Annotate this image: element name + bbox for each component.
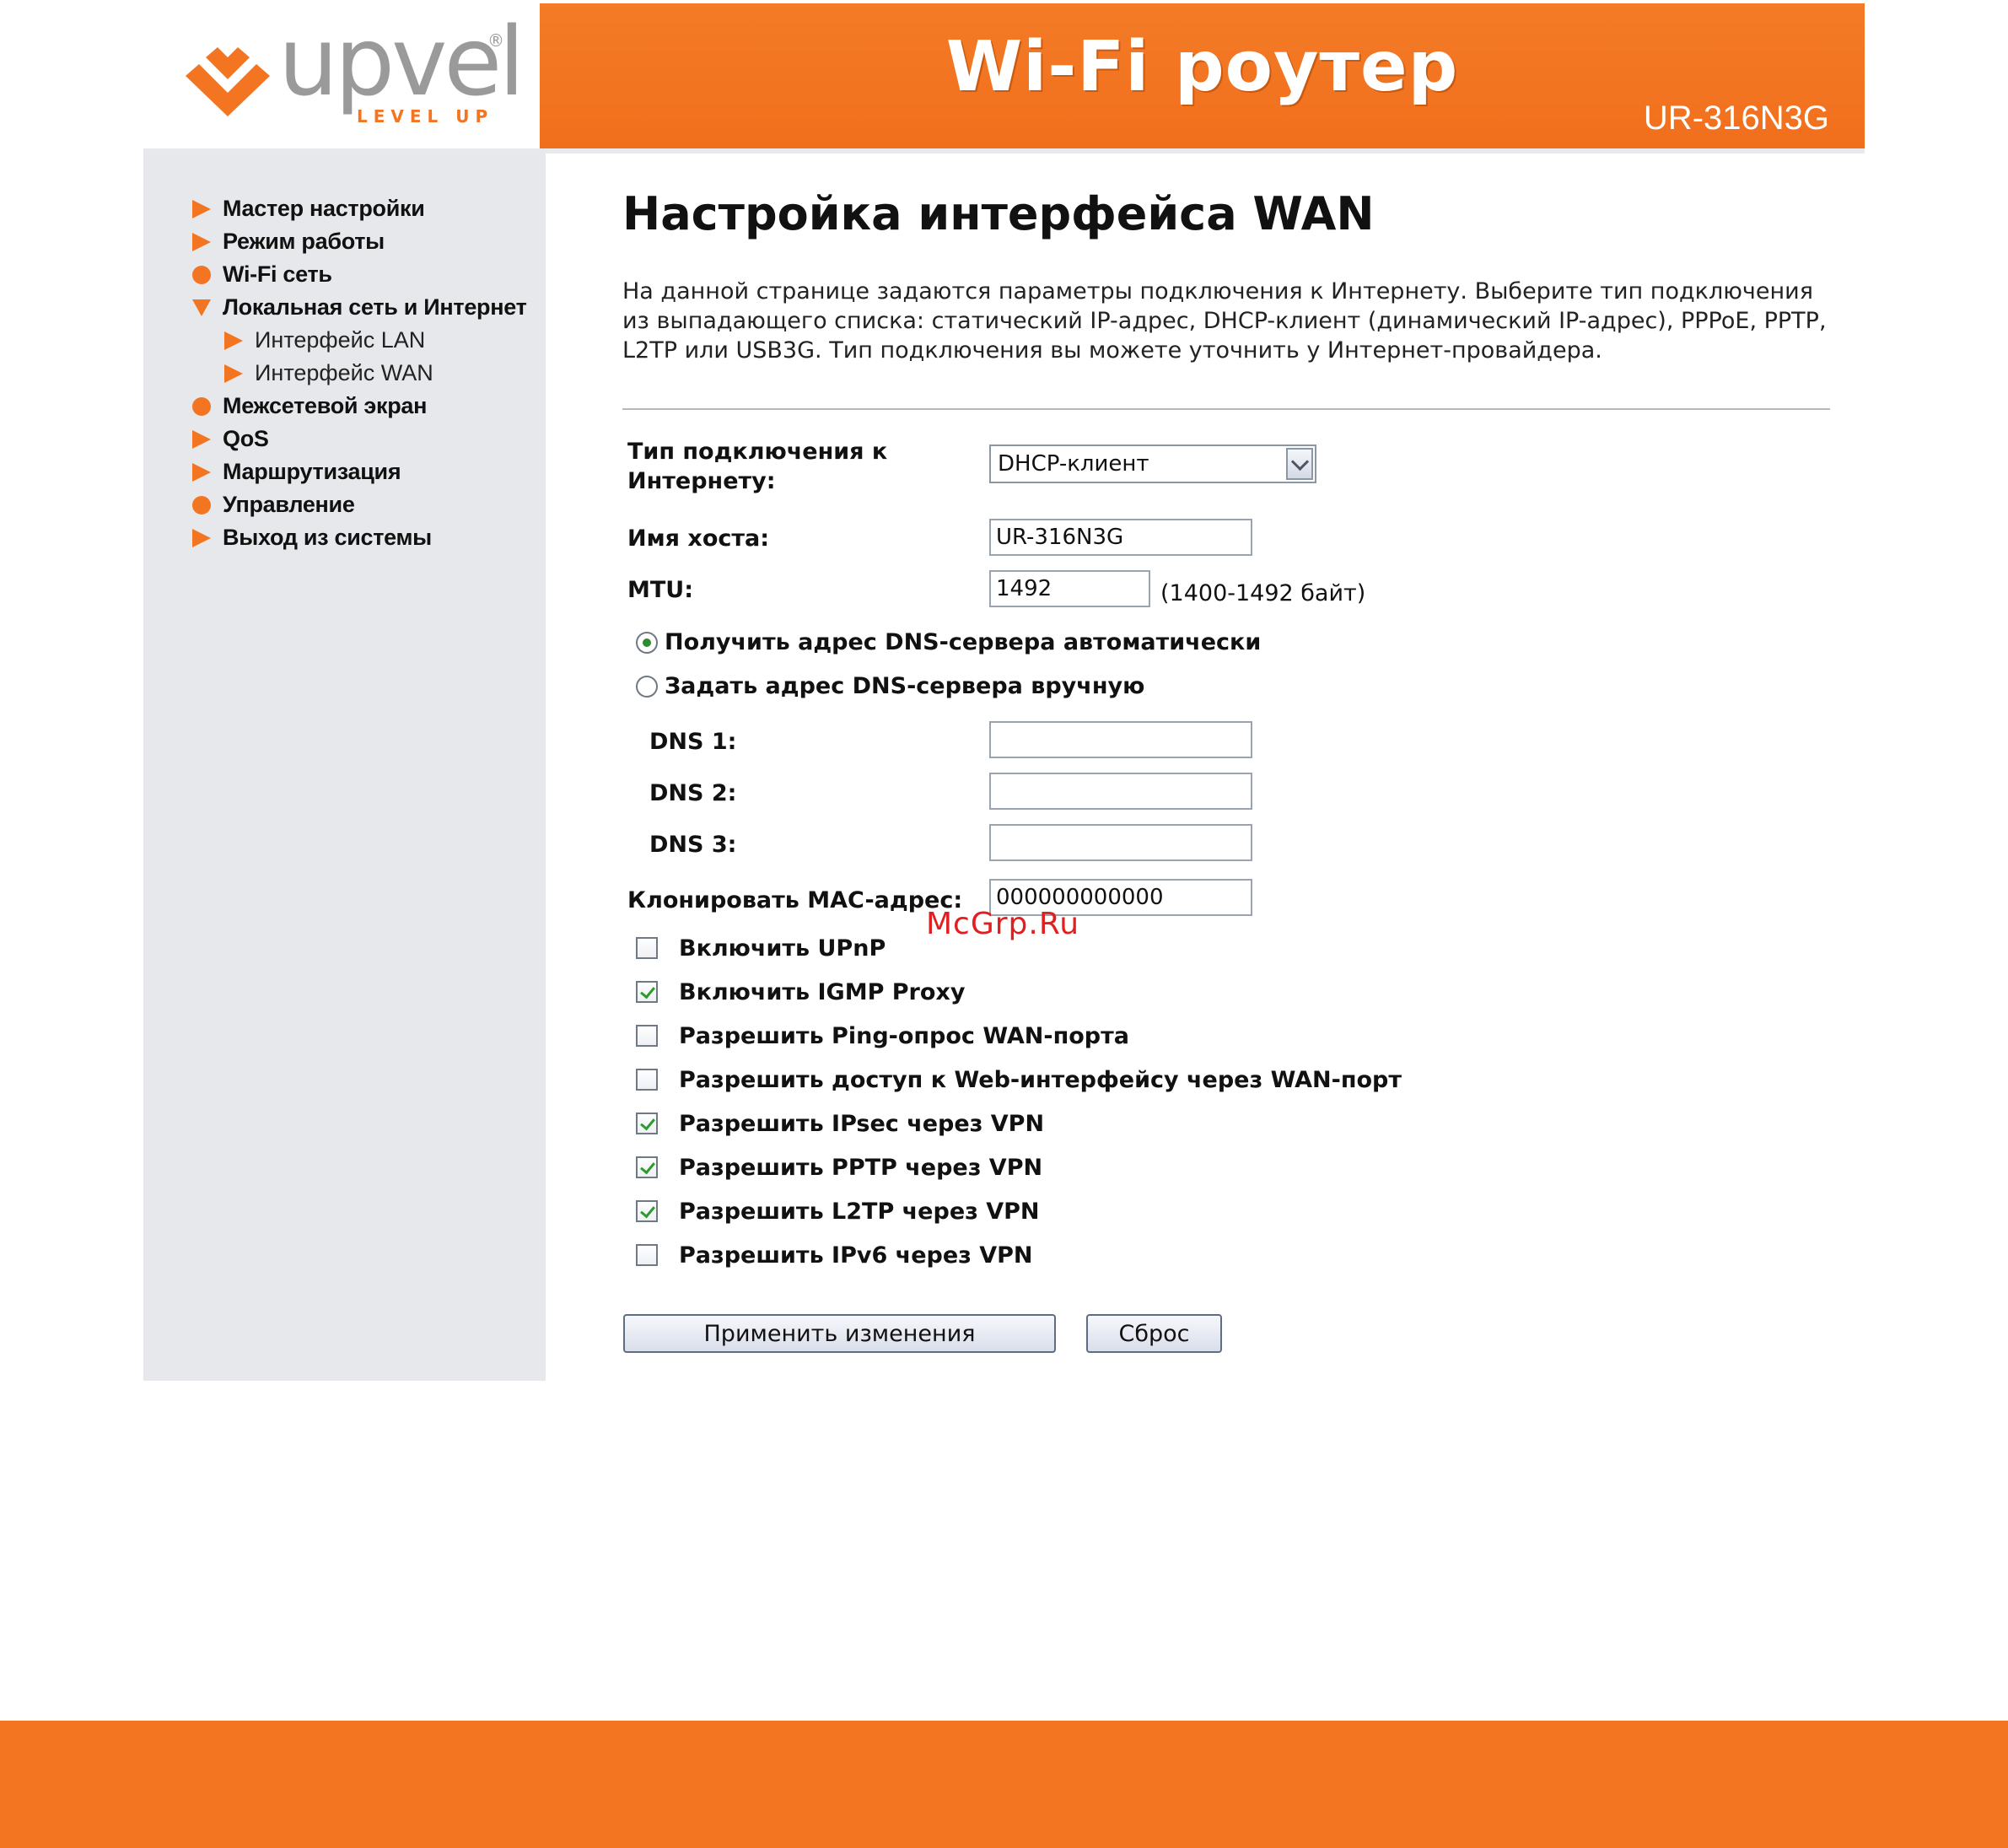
connection-type-value: DHCP-клиент — [998, 451, 1149, 477]
sidebar-item-logout[interactable]: Выход из системы — [192, 525, 432, 551]
sidebar-item-wan-interface[interactable]: Интерфейс WAN — [224, 360, 433, 386]
sidebar-item-lan-interface[interactable]: Интерфейс LAN — [224, 327, 425, 353]
sidebar-item-routing[interactable]: Маршрутизация — [192, 459, 401, 485]
logo-area: upvel ® LEVEL UP — [143, 0, 540, 149]
dns3-input[interactable] — [989, 824, 1252, 861]
page-title: Настройка интерфейса WAN — [622, 187, 1375, 240]
l2tp-vpn-checkbox[interactable] — [636, 1200, 658, 1222]
dot-icon — [192, 265, 211, 284]
wan-ping-label: Разрешить Ping-опрос WAN-порта — [679, 1023, 1130, 1049]
triangle-right-icon — [192, 232, 211, 251]
sidebar-item-label: Выход из системы — [223, 525, 432, 550]
ipsec-vpn-label: Разрешить IPsec через VPN — [679, 1111, 1045, 1137]
dot-icon — [192, 495, 211, 515]
upvel-logo-icon — [186, 47, 270, 116]
sidebar-item-label: Управление — [223, 492, 355, 517]
mtu-label: MTU: — [627, 577, 694, 603]
sidebar-item-label: Межсетевой экран — [223, 393, 428, 418]
dns3-label: DNS 3: — [649, 832, 737, 858]
sidebar-item-label: Маршрутизация — [223, 459, 401, 484]
sidebar-item-label: Интерфейс WAN — [255, 360, 433, 385]
sidebar-item-label: Мастер настройки — [223, 196, 425, 221]
triangle-right-icon — [224, 331, 243, 350]
triangle-right-icon — [192, 429, 211, 449]
triangle-down-icon — [192, 299, 211, 316]
page-description: На данной странице задаются параметры по… — [622, 278, 1827, 364]
ipv6-vpn-label: Разрешить IPv6 через VPN — [679, 1242, 1033, 1269]
banner-title: Wi-Fi роутер — [945, 27, 1459, 107]
igmp-proxy-checkbox[interactable] — [636, 981, 658, 1003]
sidebar-item-setup-wizard[interactable]: Мастер настройки — [192, 196, 425, 222]
connection-type-label: Тип подключения к Интернету: — [627, 439, 888, 494]
dropdown-button[interactable] — [1286, 448, 1313, 480]
dns1-label: DNS 1: — [649, 729, 737, 755]
sidebar: Мастер настройки Режим работы Wi-Fi сеть… — [143, 154, 546, 1381]
triangle-right-icon — [192, 199, 211, 218]
model-name: UR-316N3G — [1643, 100, 1829, 137]
dns1-input[interactable] — [989, 721, 1252, 758]
brand-name: upvel — [278, 8, 525, 117]
dns-manual-label: Задать адрес DNS-сервера вручную — [665, 673, 1145, 699]
sidebar-item-firewall[interactable]: Межсетевой экран — [192, 393, 427, 419]
sidebar-item-label: Режим работы — [223, 229, 385, 254]
sidebar-item-wifi[interactable]: Wi-Fi сеть — [192, 261, 332, 288]
footer-bar — [0, 1721, 2008, 1848]
registered-mark: ® — [487, 30, 504, 51]
watermark: McGrp.Ru — [926, 907, 1080, 941]
header-banner: Wi-Fi роутер UR-316N3G — [540, 3, 1865, 148]
connection-type-select[interactable]: DHCP-клиент — [989, 444, 1316, 483]
mtu-input[interactable] — [989, 570, 1150, 607]
triangle-right-icon — [224, 364, 243, 383]
ipv6-vpn-checkbox[interactable] — [636, 1244, 658, 1266]
sidebar-item-label: Интерфейс LAN — [255, 327, 426, 353]
section-divider — [622, 408, 1830, 410]
upnp-label: Включить UPnP — [679, 935, 886, 962]
sidebar-item-lan-internet[interactable]: Локальная сеть и Интернет — [192, 294, 527, 321]
sidebar-item-label: Локальная сеть и Интернет — [223, 294, 527, 320]
l2tp-vpn-label: Разрешить L2TP через VPN — [679, 1199, 1040, 1225]
mtu-hint: (1400-1492 байт) — [1160, 580, 1366, 606]
hostname-label: Имя хоста: — [627, 525, 770, 552]
wan-ping-checkbox[interactable] — [636, 1025, 658, 1047]
sidebar-item-label: QoS — [223, 426, 269, 451]
apply-changes-button[interactable]: Применить изменения — [623, 1314, 1056, 1353]
dot-icon — [192, 396, 211, 416]
brand-tagline: LEVEL UP — [357, 106, 494, 127]
dns2-label: DNS 2: — [649, 780, 737, 806]
sidebar-item-management[interactable]: Управление — [192, 492, 355, 518]
upnp-checkbox[interactable] — [636, 937, 658, 959]
dns-auto-label: Получить адрес DNS-сервера автоматически — [665, 629, 1262, 655]
triangle-right-icon — [192, 462, 211, 482]
wan-web-access-label: Разрешить доступ к Web-интерфейсу через … — [679, 1067, 1402, 1093]
sidebar-item-qos[interactable]: QoS — [192, 426, 269, 452]
pptp-vpn-label: Разрешить PPTP через VPN — [679, 1155, 1043, 1181]
sidebar-item-operation-mode[interactable]: Режим работы — [192, 229, 385, 255]
dns2-input[interactable] — [989, 773, 1252, 810]
dns-manual-radio[interactable] — [636, 676, 658, 698]
clone-mac-label: Клонировать MAC-адрес: — [627, 887, 963, 913]
wan-web-access-checkbox[interactable] — [636, 1069, 658, 1091]
sidebar-item-label: Wi-Fi сеть — [223, 261, 332, 287]
ipsec-vpn-checkbox[interactable] — [636, 1113, 658, 1134]
chevron-down-icon — [1290, 452, 1309, 471]
reset-button[interactable]: Сброс — [1086, 1314, 1222, 1353]
hostname-input[interactable] — [989, 519, 1252, 556]
igmp-proxy-label: Включить IGMP Proxy — [679, 979, 966, 1005]
triangle-right-icon — [192, 528, 211, 547]
pptp-vpn-checkbox[interactable] — [636, 1156, 658, 1178]
dns-auto-radio[interactable] — [636, 632, 658, 654]
